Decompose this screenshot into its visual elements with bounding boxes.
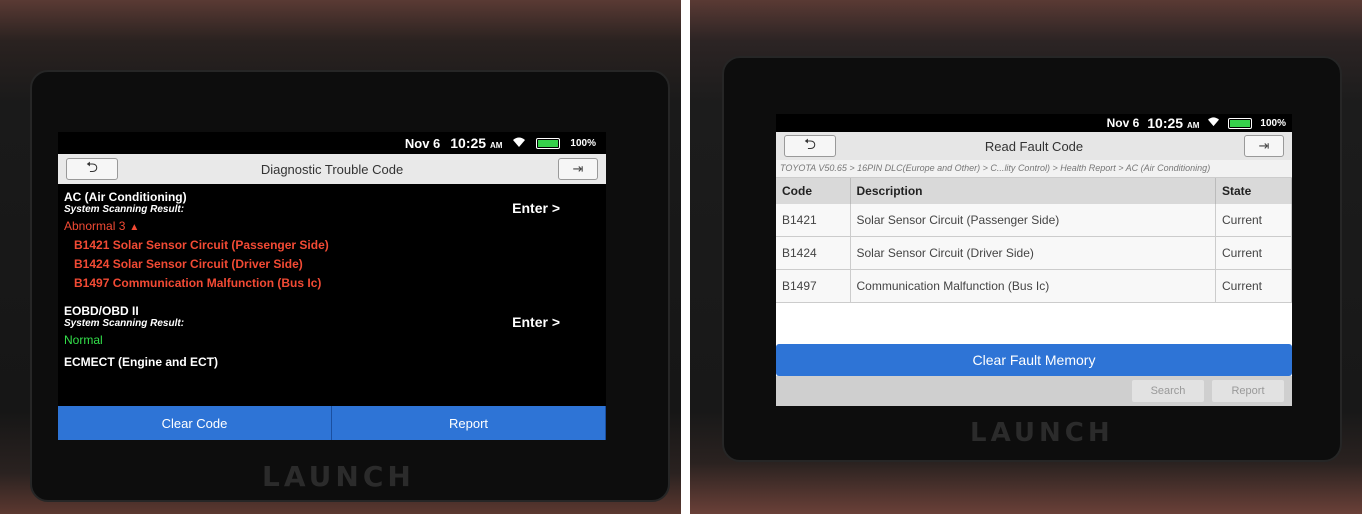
wifi-icon	[512, 136, 526, 151]
back-button[interactable]: ⮌	[66, 158, 118, 180]
page-title: Diagnostic Trouble Code	[260, 161, 404, 177]
right-photo: Nov 6 10:25 AM 100% ⮌ Read Fault Code ⇥ …	[690, 0, 1362, 514]
cell-description: Solar Sensor Circuit (Driver Side)	[850, 236, 1216, 270]
status-date: Nov 6	[404, 135, 441, 151]
col-state: State	[1215, 178, 1292, 204]
status-bar: Nov 6 10:25 AM 100%	[58, 132, 606, 154]
fault-item: B1421 Solar Sensor Circuit (Passenger Si…	[74, 238, 329, 252]
col-code: Code	[776, 178, 851, 204]
back-icon: ⮌	[803, 135, 816, 153]
left-photo: Nov 6 10:25 AM 100% ⮌ Diagnostic Trouble…	[0, 0, 681, 514]
fault-item: B1424 Solar Sensor Circuit (Driver Side)	[74, 257, 303, 271]
cell-code: B1424	[776, 236, 851, 270]
system-ac[interactable]: AC (Air Conditioning) System Scanning Re…	[64, 190, 600, 290]
enter-ac-button[interactable]: Enter >	[512, 200, 560, 216]
nav-bar: ⮌ Read Fault Code ⇥	[776, 132, 1292, 160]
battery-level: 100%	[1260, 117, 1286, 129]
back-button[interactable]: ⮌	[784, 135, 836, 157]
battery-level: 100%	[570, 137, 596, 149]
abnormal-status[interactable]: Abnormal 3 ▲	[64, 219, 600, 233]
exit-button[interactable]: ⇥	[558, 158, 598, 180]
breadcrumb: TOYOTA V50.65 > 16PIN DLC(Europe and Oth…	[776, 160, 1292, 178]
col-description: Description	[850, 178, 1216, 204]
status-bar: Nov 6 10:25 AM 100%	[776, 114, 1292, 132]
exit-icon: ⇥	[572, 161, 584, 176]
enter-obd-button[interactable]: Enter >	[512, 314, 560, 330]
page-title: Read Fault Code	[984, 138, 1084, 154]
status-time: 10:25 AM	[1147, 115, 1200, 131]
cell-description: Communication Malfunction (Bus Ic)	[850, 269, 1216, 303]
battery-icon	[536, 137, 561, 149]
diagnostic-screen: Nov 6 10:25 AM 100% ⮌ Diagnostic Trouble…	[58, 132, 606, 440]
cell-code: B1497	[776, 269, 851, 303]
table-row[interactable]: B1497 Communication Malfunction (Bus Ic)…	[776, 269, 1292, 303]
footer-toolbar: Search Report	[776, 376, 1292, 406]
cell-code: B1421	[776, 204, 851, 237]
cell-description: Solar Sensor Circuit (Passenger Side)	[850, 204, 1216, 237]
system-obd[interactable]: EOBD/OBD II System Scanning Result: Ente…	[64, 304, 600, 347]
clear-code-button[interactable]: Clear Code	[58, 406, 332, 440]
cell-state: Current	[1215, 204, 1292, 237]
status-date: Nov 6	[1106, 116, 1140, 130]
fault-item: B1497 Communication Malfunction (Bus Ic)	[74, 276, 322, 290]
nav-bar: ⮌ Diagnostic Trouble Code ⇥	[58, 154, 606, 184]
cell-state: Current	[1215, 236, 1292, 270]
exit-icon: ⇥	[1258, 138, 1270, 153]
table-row[interactable]: B1421 Solar Sensor Circuit (Passenger Si…	[776, 204, 1292, 237]
system-ecm-partial[interactable]: ECMECT (Engine and ECT)	[64, 355, 600, 369]
collapse-arrow-icon[interactable]: ▲	[129, 222, 139, 233]
bottom-toolbar: Clear Code Report	[58, 406, 606, 440]
system-list: AC (Air Conditioning) System Scanning Re…	[58, 184, 606, 375]
clear-fault-memory-button[interactable]: Clear Fault Memory	[776, 344, 1292, 376]
table-header: Code Description State	[776, 178, 1292, 204]
table-row[interactable]: B1424 Solar Sensor Circuit (Driver Side)…	[776, 236, 1292, 270]
photo-divider	[681, 0, 690, 514]
search-button[interactable]: Search	[1132, 380, 1204, 402]
cell-state: Current	[1215, 269, 1292, 303]
brand-logo: LAUNCH	[970, 418, 1114, 448]
report-button[interactable]: Report	[332, 406, 606, 440]
wifi-icon	[1207, 116, 1220, 130]
normal-status: Normal	[64, 333, 103, 347]
exit-button[interactable]: ⇥	[1244, 135, 1284, 157]
back-icon: ⮌	[85, 158, 98, 176]
status-time: 10:25 AM	[450, 135, 503, 151]
fault-table: Code Description State B1421 Solar Senso…	[776, 178, 1292, 303]
battery-icon	[1228, 117, 1253, 129]
fault-code-screen: Nov 6 10:25 AM 100% ⮌ Read Fault Code ⇥ …	[776, 114, 1292, 406]
report-button[interactable]: Report	[1212, 380, 1284, 402]
brand-logo: LAUNCH	[262, 460, 415, 493]
